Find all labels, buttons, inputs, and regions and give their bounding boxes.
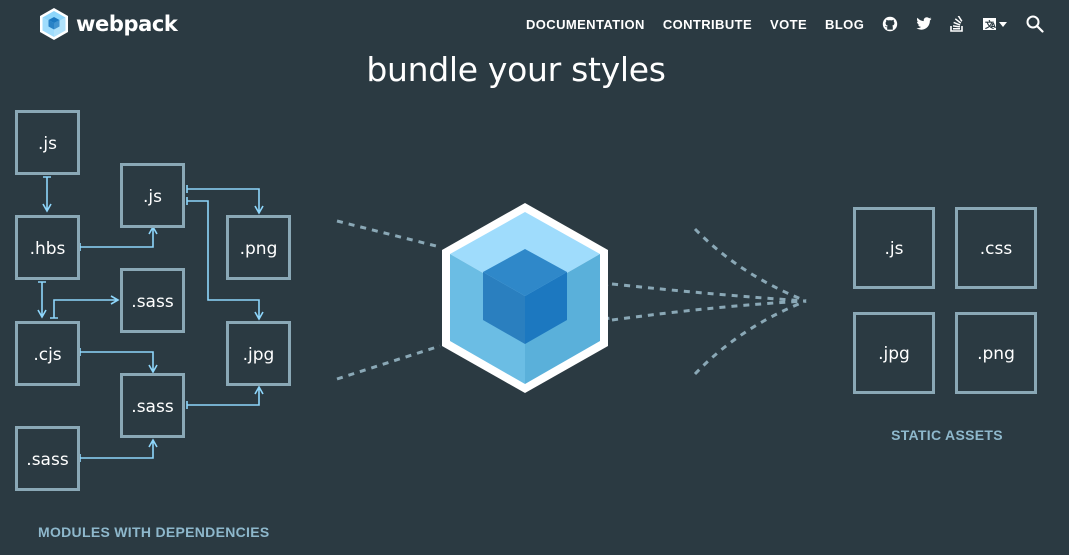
arrow-js-to-png <box>186 185 264 215</box>
asset-box-css: .css <box>955 207 1037 289</box>
module-box-hbs: .hbs <box>15 215 80 280</box>
module-label: .sass <box>131 397 174 417</box>
module-label: .js <box>38 134 57 154</box>
dependency-arrows <box>37 176 264 462</box>
modules-caption: MODULES WITH DEPENDENCIES <box>38 524 270 540</box>
module-box-sass-lower: .sass <box>120 373 185 438</box>
module-label: .sass <box>26 450 69 470</box>
module-box-cjs: .cjs <box>15 321 80 386</box>
asset-label: .png <box>977 344 1015 364</box>
arrow-sass-to-sass <box>79 438 158 462</box>
asset-box-js: .js <box>853 207 935 289</box>
module-label: .cjs <box>33 345 61 365</box>
bundle-diagram: .js .hbs .cjs .sass .js .sass .sass .png… <box>15 110 1037 540</box>
module-label: .png <box>240 239 278 259</box>
asset-label: .js <box>885 239 904 259</box>
arrow-hbs-to-cjs <box>37 281 47 319</box>
module-box-sass-bottom: .sass <box>15 426 80 491</box>
asset-label: .jpg <box>878 344 910 364</box>
assets-caption: STATIC ASSETS <box>891 427 1003 443</box>
asset-label: .css <box>980 239 1013 259</box>
module-label: .sass <box>131 292 174 312</box>
module-label: .hbs <box>30 239 66 259</box>
arrow-cjs-to-sass-lower <box>79 348 158 374</box>
asset-box-jpg: .jpg <box>853 312 935 394</box>
module-label: .js <box>143 187 162 207</box>
module-box-js: .js <box>15 110 80 175</box>
arrow-sass-to-jpg <box>186 385 264 409</box>
page: webpack DOCUMENTATION CONTRIBUTE VOTE BL… <box>0 0 1069 555</box>
flow-line-out-lower-curve <box>693 299 807 376</box>
arrow-hbs-to-js <box>79 225 158 251</box>
flow-line-out-bottom <box>611 299 807 322</box>
flow-line-in-top <box>336 219 441 249</box>
flow-line-in-bottom <box>336 344 441 381</box>
asset-box-png: .png <box>955 312 1037 394</box>
arrow-cjs-to-sass <box>50 295 120 319</box>
module-label: .jpg <box>243 345 275 365</box>
module-box-jpg: .jpg <box>226 321 291 386</box>
module-box-js-mid: .js <box>120 163 185 228</box>
flow-line-out-upper-curve <box>693 227 807 303</box>
webpack-cube-icon <box>442 203 608 393</box>
module-box-sass-mid: .sass <box>120 268 185 333</box>
arrow-js-to-hbs <box>42 176 52 213</box>
module-box-png: .png <box>226 215 291 280</box>
